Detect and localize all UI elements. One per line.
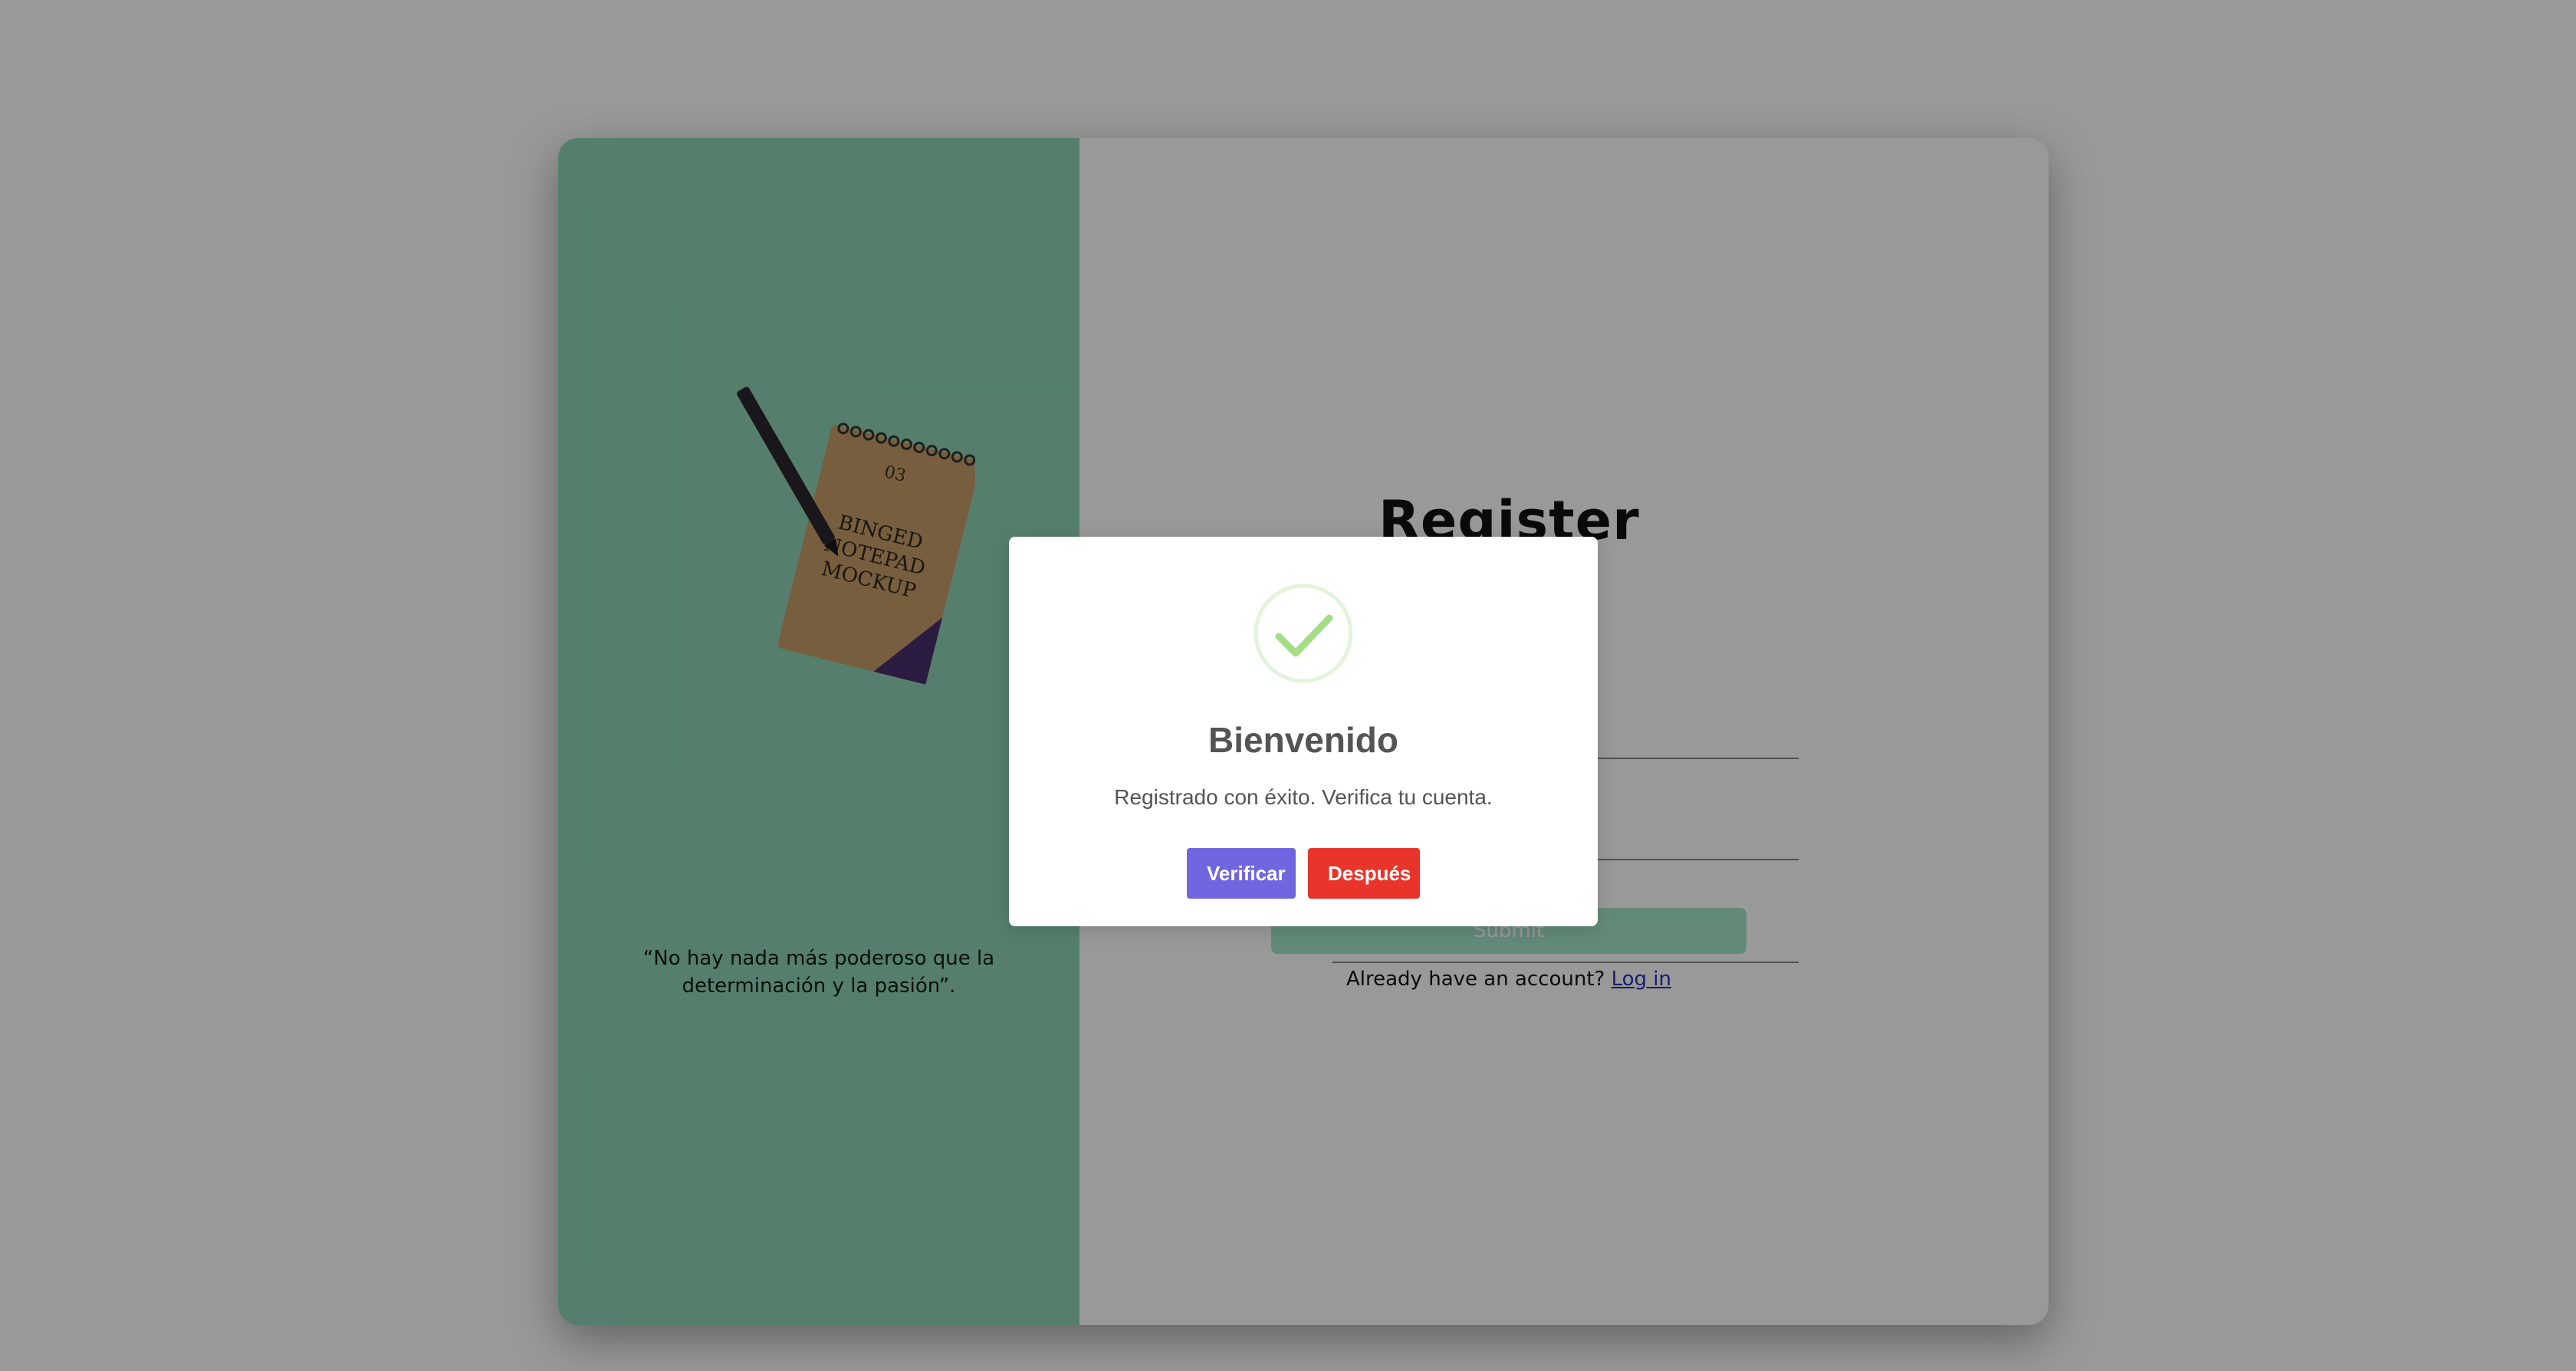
success-check-icon xyxy=(1254,584,1353,683)
dialog-actions: Verificar Después xyxy=(1009,848,1598,899)
success-dialog: Bienvenido Registrado con éxito. Verific… xyxy=(1009,537,1598,926)
dialog-title: Bienvenido xyxy=(1208,720,1398,760)
verify-button[interactable]: Verificar xyxy=(1187,848,1296,899)
later-button[interactable]: Después xyxy=(1308,848,1420,899)
dialog-message: Registrado con éxito. Verifica tu cuenta… xyxy=(1114,785,1493,809)
